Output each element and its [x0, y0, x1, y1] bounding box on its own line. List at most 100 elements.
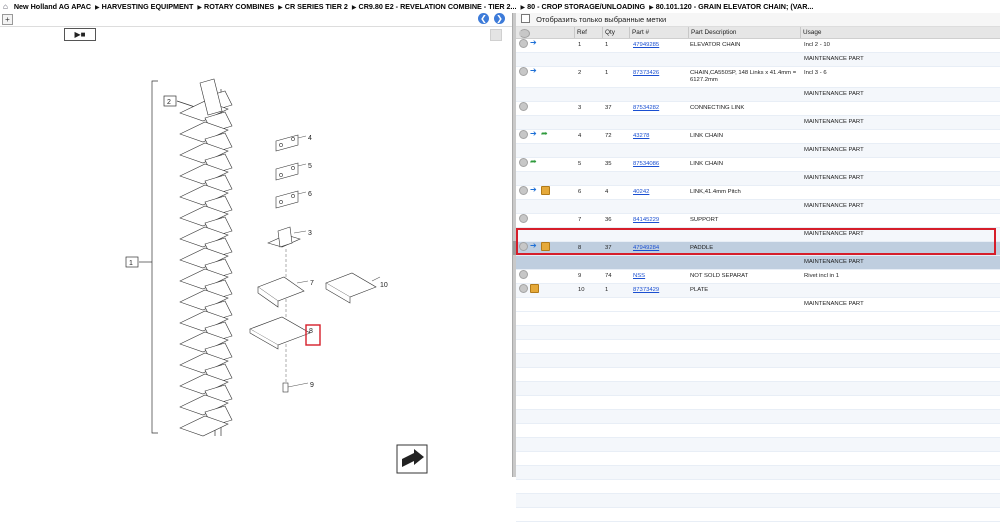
description-cell: SUPPORT	[690, 217, 719, 223]
info-icon[interactable]	[519, 284, 528, 293]
empty-row	[516, 480, 1000, 494]
info-icon[interactable]	[519, 158, 528, 167]
table-subrow: MAINTENANCE PART	[516, 256, 1000, 270]
next-diagram-icon[interactable]	[396, 444, 428, 474]
part-number-link[interactable]: 87534282	[633, 102, 659, 115]
previous-page-icon[interactable]: ❮	[478, 13, 489, 24]
part-number-link[interactable]: 87373426	[633, 67, 659, 80]
part-number-link[interactable]: NSS	[633, 270, 645, 283]
table-subrow: MAINTENANCE PART	[516, 172, 1000, 186]
breadcrumb-item[interactable]: New Holland AG APAC	[14, 2, 91, 11]
description-cell: PLATE	[690, 287, 709, 293]
empty-row	[516, 354, 1000, 368]
breadcrumb-item[interactable]: 80.101.120 - GRAIN ELEVATOR CHAIN; (VAR.…	[656, 2, 814, 11]
maintenance-label: MAINTENANCE PART	[804, 203, 864, 209]
empty-row	[516, 326, 1000, 340]
callout-4: 4	[308, 135, 312, 142]
package-icon[interactable]	[530, 284, 539, 293]
table-row[interactable]: ➦ 5 35 87534086 LINK CHAIN	[516, 158, 1000, 172]
qty-cell: 35	[605, 161, 612, 167]
header-ref[interactable]: Ref	[574, 27, 587, 38]
qty-cell: 72	[605, 133, 612, 139]
breadcrumb-separator-icon: ▶	[520, 5, 526, 11]
maintenance-label: MAINTENANCE PART	[804, 175, 864, 181]
ref-cell: 4	[578, 133, 582, 139]
table-row[interactable]: ➔ 1 1 47949285 ELEVATOR CHAIN Incl 2 - 10	[516, 39, 1000, 53]
header-desc[interactable]: Part Description	[688, 27, 736, 38]
zoom-box[interactable]	[490, 29, 502, 41]
header-part[interactable]: Part #	[629, 27, 649, 38]
qty-cell: 74	[605, 273, 612, 279]
navigate-arrow-icon[interactable]: ➔	[530, 130, 538, 138]
replacement-arrow-icon[interactable]: ➦	[530, 158, 538, 166]
diagram-toolbar: + ❮ ❯	[0, 13, 512, 27]
breadcrumb-item[interactable]: 80 - CROP STORAGE/UNLOADING	[527, 2, 645, 11]
table-row[interactable]: 10 1 87373429 PLATE	[516, 284, 1000, 298]
usage-cell: Incl 3 - 6	[804, 70, 827, 76]
part-number-link[interactable]: 84145229	[633, 214, 659, 227]
callout-10: 10	[380, 282, 388, 289]
part-number-link[interactable]: 47949285	[633, 39, 659, 52]
ref-cell: 5	[578, 161, 582, 167]
breadcrumb-separator-icon: ▶	[197, 5, 203, 11]
part-number-link[interactable]: 87373429	[633, 284, 659, 297]
breadcrumb-item[interactable]: HARVESTING EQUIPMENT	[102, 2, 194, 11]
info-icon[interactable]	[519, 67, 528, 76]
empty-row	[516, 368, 1000, 382]
navigate-arrow-icon[interactable]: ➔	[530, 67, 538, 75]
info-icon[interactable]	[519, 102, 528, 111]
table-row[interactable]: ➔ ➦ 4 72 43278 LINK CHAIN	[516, 130, 1000, 144]
replacement-arrow-icon[interactable]: ➦	[541, 130, 549, 138]
navigate-arrow-icon[interactable]: ➔	[530, 39, 538, 47]
header-qty[interactable]: Qty	[602, 27, 615, 38]
package-icon[interactable]	[541, 186, 550, 195]
info-icon[interactable]	[519, 186, 528, 195]
navigate-arrow-icon[interactable]: ➔	[530, 186, 538, 194]
empty-row	[516, 466, 1000, 480]
header-usage[interactable]: Usage	[800, 27, 821, 38]
show-selected-checkbox[interactable]	[521, 14, 530, 23]
ref-cell: 9	[578, 273, 582, 279]
info-icon[interactable]	[519, 214, 528, 223]
show-selected-label: Отобразить только выбранные метки	[536, 15, 667, 24]
info-icon[interactable]	[519, 270, 528, 279]
table-header: Ref Qty Part # Part Description Usage	[516, 27, 1000, 39]
info-icon	[519, 29, 530, 38]
breadcrumb-item[interactable]: ROTARY COMBINES	[204, 2, 274, 11]
next-page-icon[interactable]: ❯	[494, 13, 505, 24]
callout-2: 2	[167, 99, 171, 106]
qty-cell: 36	[605, 217, 612, 223]
description-cell: LINK CHAIN	[690, 133, 724, 139]
part-number-link[interactable]: 87534086	[633, 158, 659, 171]
table-subrow: MAINTENANCE PART	[516, 53, 1000, 67]
callout-9: 9	[310, 382, 314, 389]
table-row[interactable]: 9 74 NSS NOT SOLD SEPARAT Rivet incl in 1	[516, 270, 1000, 284]
usage-cell: Incl 2 - 10	[804, 42, 830, 48]
table-row[interactable]: ➔ 2 1 87373426 CHAIN,CA550SP, 148 Links x 41…	[516, 67, 1000, 88]
description-cell: CHAIN,CA550SP, 148 Links x 41.4mm = 6127…	[690, 70, 797, 83]
part-number-link[interactable]: 43278	[633, 130, 649, 143]
diagram-panel: + ❮ ❯ ▶■ 2 1 4 5 6 3 7 10 9 8	[0, 13, 512, 477]
info-icon[interactable]	[519, 130, 528, 139]
parts-panel: Отобразить только выбранные метки Ref Qt…	[516, 13, 1000, 522]
info-icon[interactable]	[519, 39, 528, 48]
callout-5: 5	[308, 163, 312, 170]
table-row[interactable]: 3 37 87534282 CONNECTING LINK	[516, 102, 1000, 116]
empty-row	[516, 312, 1000, 326]
callout-7: 7	[310, 280, 314, 287]
part-number-link[interactable]: 40242	[633, 186, 649, 199]
breadcrumb-item[interactable]: CR SERIES TIER 2	[285, 2, 348, 11]
expand-panel-icon[interactable]: +	[2, 14, 13, 25]
empty-row	[516, 382, 1000, 396]
table-row[interactable]: ➔ 6 4 40242 LINK,41.4mm Pitch	[516, 186, 1000, 200]
home-icon[interactable]: ⌂	[3, 0, 8, 13]
breadcrumb-item[interactable]: CR9.80 E2 - REVELATION COMBINE - TIER 2.…	[359, 2, 517, 11]
table-row[interactable]: 7 36 84145229 SUPPORT	[516, 214, 1000, 228]
ref-cell: 7	[578, 217, 582, 223]
table-subrow: MAINTENANCE PART	[516, 144, 1000, 158]
toggle-view-icon[interactable]: ▶■	[64, 28, 96, 41]
qty-cell: 1	[605, 287, 609, 293]
parts-table: ➔ 1 1 47949285 ELEVATOR CHAIN Incl 2 - 10 MAIN…	[516, 39, 1000, 522]
breadcrumb-separator-icon: ▶	[95, 5, 100, 11]
description-cell: CONNECTING LINK	[690, 105, 745, 111]
